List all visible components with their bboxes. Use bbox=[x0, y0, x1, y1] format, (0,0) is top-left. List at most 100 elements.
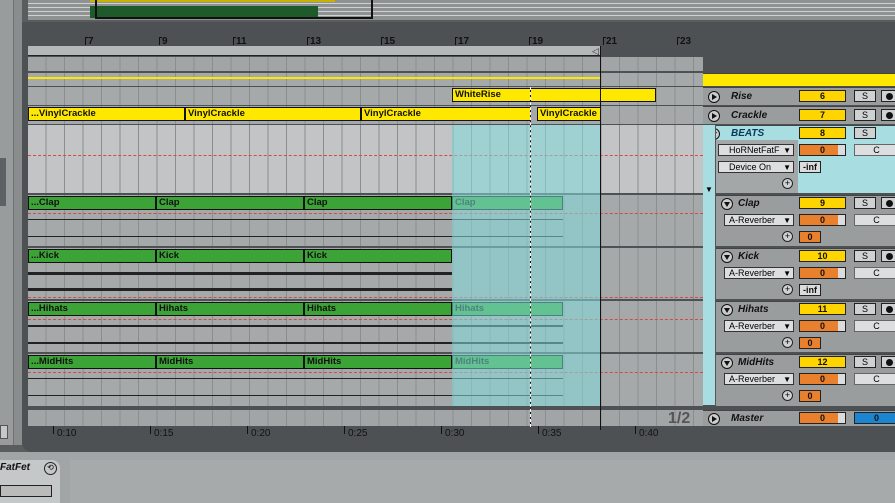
solo-button[interactable]: S bbox=[854, 356, 876, 368]
device-parameter-field[interactable] bbox=[0, 485, 52, 497]
clip-clap[interactable]: Clap bbox=[156, 196, 304, 210]
add-icon[interactable]: + bbox=[782, 390, 793, 401]
device-dropdown[interactable]: HoRNetFatF bbox=[718, 144, 794, 156]
play-icon[interactable] bbox=[708, 110, 720, 122]
device-chain-area[interactable] bbox=[70, 460, 895, 503]
left-toggle-button[interactable] bbox=[0, 425, 8, 439]
solo-button[interactable]: S bbox=[854, 127, 876, 139]
volume-field[interactable]: 0 bbox=[799, 267, 846, 279]
loop-brace[interactable] bbox=[28, 46, 600, 56]
track-name: Master bbox=[731, 413, 764, 424]
track-number[interactable]: 10 bbox=[799, 250, 846, 262]
track-header-intro[interactable] bbox=[703, 73, 895, 86]
scroll-thumb[interactable] bbox=[0, 158, 6, 206]
track-lane-clap[interactable]: ...Clap Clap Clap Clap bbox=[28, 195, 703, 246]
bar-marker: 23 bbox=[676, 36, 692, 47]
add-icon[interactable]: + bbox=[782, 178, 793, 189]
track-lane-hihats[interactable]: ...Hihats Hihats Hihats Hihats bbox=[28, 301, 703, 352]
track-lane-master[interactable] bbox=[28, 410, 703, 426]
pan-field[interactable]: C bbox=[854, 144, 895, 156]
arm-button[interactable] bbox=[881, 303, 895, 315]
fold-icon[interactable] bbox=[721, 198, 733, 210]
track-lane-beats[interactable] bbox=[28, 125, 703, 193]
send-field[interactable]: -inf bbox=[799, 284, 821, 296]
play-icon[interactable] bbox=[708, 413, 720, 425]
playhead bbox=[530, 87, 531, 427]
pan-field[interactable]: C bbox=[854, 373, 895, 385]
device-dropdown[interactable]: A-Reverber bbox=[724, 267, 794, 279]
locator-lane[interactable] bbox=[28, 57, 703, 71]
track-number[interactable]: 6 bbox=[799, 90, 846, 102]
arm-button[interactable] bbox=[881, 90, 895, 102]
beat-ruler[interactable]: 7 9 11 13 15 17 19 21 23 bbox=[28, 30, 703, 47]
clip-clap[interactable]: Clap bbox=[304, 196, 452, 210]
send-field[interactable]: 0 bbox=[799, 390, 821, 402]
track-lane-rise[interactable]: WhiteRise bbox=[28, 87, 703, 105]
arm-button[interactable] bbox=[881, 109, 895, 121]
device-dropdown[interactable]: A-Reverber bbox=[724, 214, 794, 226]
arm-button[interactable] bbox=[881, 250, 895, 262]
collapse-icon[interactable]: ▼ bbox=[705, 185, 713, 194]
clip-whiterise[interactable]: WhiteRise bbox=[452, 88, 656, 102]
hot-swap-icon[interactable]: ⟲ bbox=[44, 462, 57, 475]
solo-button[interactable]: S bbox=[854, 197, 876, 209]
track-number[interactable]: 11 bbox=[799, 303, 846, 315]
track-lane-intro[interactable] bbox=[28, 73, 703, 86]
track-number[interactable]: 12 bbox=[799, 356, 846, 368]
track-number[interactable]: 9 bbox=[799, 197, 846, 209]
play-icon[interactable] bbox=[708, 91, 720, 103]
add-icon[interactable]: + bbox=[782, 284, 793, 295]
cue-volume-field[interactable]: 0 bbox=[854, 412, 895, 424]
clip-hihats[interactable]: Hihats bbox=[304, 302, 452, 316]
solo-button[interactable]: S bbox=[854, 90, 876, 102]
clip-vinylcrackle[interactable]: VinylCrackle bbox=[537, 107, 601, 121]
loop-end-marker[interactable]: ◁ bbox=[592, 46, 599, 57]
track-lane-kick[interactable]: ...Kick Kick Kick bbox=[28, 248, 703, 299]
time-marker: 0:40 bbox=[634, 426, 659, 439]
arm-button[interactable] bbox=[881, 197, 895, 209]
time-selection[interactable] bbox=[452, 125, 600, 406]
solo-button[interactable]: S bbox=[854, 250, 876, 262]
pan-field[interactable]: C bbox=[854, 214, 895, 226]
clip-kick[interactable]: ...Kick bbox=[28, 249, 156, 263]
chooser-dropdown[interactable]: Device On bbox=[718, 161, 794, 173]
device-dropdown[interactable]: A-Reverber bbox=[724, 320, 794, 332]
device-dropdown[interactable]: A-Reverber bbox=[724, 373, 794, 385]
clip-clap[interactable]: ...Clap bbox=[28, 196, 156, 210]
clip-midhits[interactable]: ...MidHits bbox=[28, 355, 156, 369]
add-icon[interactable]: + bbox=[782, 337, 793, 348]
left-scrollbar[interactable] bbox=[0, 0, 14, 445]
fold-icon[interactable] bbox=[721, 304, 733, 316]
add-icon[interactable]: + bbox=[782, 231, 793, 242]
fold-icon[interactable] bbox=[721, 251, 733, 263]
clip-vinylcrackle[interactable]: ...VinylCrackle bbox=[28, 107, 185, 121]
track-number[interactable]: 7 bbox=[799, 109, 846, 121]
pan-field[interactable]: C bbox=[854, 267, 895, 279]
pan-field[interactable]: C bbox=[854, 320, 895, 332]
track-lane-midhits[interactable]: ...MidHits MidHits MidHits MidHits bbox=[28, 354, 703, 406]
master-volume-field[interactable]: 0 bbox=[799, 412, 846, 424]
send-field[interactable]: 0 bbox=[799, 231, 821, 243]
clip-kick[interactable]: Kick bbox=[156, 249, 304, 263]
clip-kick[interactable]: Kick bbox=[304, 249, 452, 263]
track-number[interactable]: 8 bbox=[799, 127, 846, 139]
send-field[interactable]: -inf bbox=[799, 161, 821, 173]
clip-hihats[interactable]: ...Hihats bbox=[28, 302, 156, 316]
time-ruler[interactable]: 0:10 0:15 0:20 0:25 0:30 0:35 0:40 bbox=[28, 426, 703, 446]
solo-button[interactable]: S bbox=[854, 303, 876, 315]
clip-midhits[interactable]: MidHits bbox=[304, 355, 452, 369]
fold-icon[interactable] bbox=[721, 357, 733, 369]
volume-field[interactable]: 0 bbox=[799, 144, 846, 156]
send-field[interactable]: 0 bbox=[799, 337, 821, 349]
volume-field[interactable]: 0 bbox=[799, 214, 846, 226]
arm-button[interactable] bbox=[881, 356, 895, 368]
clip-midhits[interactable]: MidHits bbox=[156, 355, 304, 369]
volume-field[interactable]: 0 bbox=[799, 320, 846, 332]
track-lane-crackle[interactable]: ...VinylCrackle VinylCrackle VinylCrackl… bbox=[28, 106, 703, 124]
overview-viewport-box[interactable] bbox=[95, 0, 373, 19]
clip-hihats[interactable]: Hihats bbox=[156, 302, 304, 316]
clip-vinylcrackle[interactable]: VinylCrackle bbox=[361, 107, 531, 121]
solo-button[interactable]: S bbox=[854, 109, 876, 121]
clip-vinylcrackle[interactable]: VinylCrackle bbox=[185, 107, 361, 121]
volume-field[interactable]: 0 bbox=[799, 373, 846, 385]
